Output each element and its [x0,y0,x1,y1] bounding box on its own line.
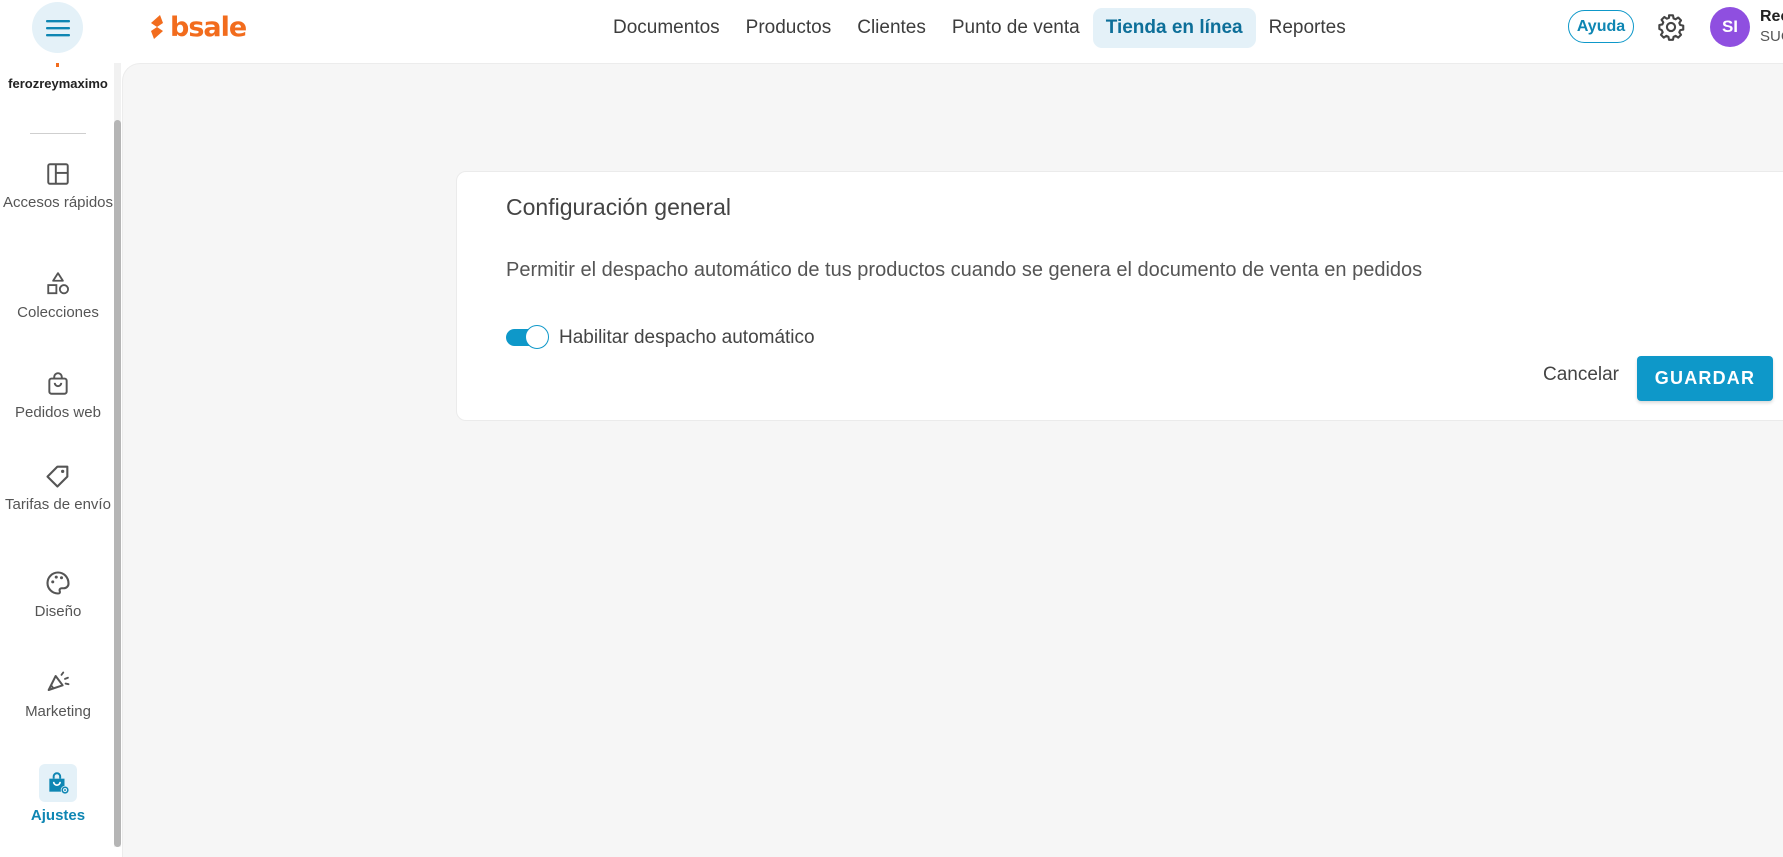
save-button[interactable]: GUARDAR [1637,356,1773,401]
sidebar-item-ajustes[interactable]: Ajustes [0,764,116,824]
gear-icon[interactable] [1657,13,1685,41]
logo-text: bsale [170,11,247,43]
help-button[interactable]: Ayuda [1568,10,1634,43]
sidebar-item-tarifas-de-envio[interactable]: Tarifas de envío [0,461,116,513]
toggle-label[interactable]: Habilitar despacho automático [559,327,815,349]
sidebar-divider [30,133,86,134]
nav-productos[interactable]: Productos [733,8,845,48]
cancel-button[interactable]: Cancelar [1537,356,1625,394]
card-description: Permitir el despacho automático de tus p… [506,259,1423,281]
tag-icon [46,465,69,488]
bsale-logo[interactable]: bsale [148,11,247,43]
shapes-icon [47,272,69,295]
hamburger-icon [45,19,70,36]
sidebar-item-label: Pedidos web [15,404,101,421]
menu-button[interactable] [32,2,83,53]
sidebar-item-marketing[interactable]: Marketing [0,668,116,720]
sidebar-item-diseno[interactable]: Diseño [0,568,116,620]
sidebar-item-label: Diseño [34,603,82,620]
avatar[interactable]: SI [1710,7,1750,47]
sidebar-item-label: Ajustes [30,807,86,824]
sidebar-scrollbar-thumb[interactable] [114,120,121,847]
user-name: Rec [1760,8,1783,25]
nav-tienda-en-linea[interactable]: Tienda en línea [1092,8,1256,48]
bag-settings-icon [49,772,70,795]
top-bar: bsale Documentos Productos Clientes Punt… [0,0,1783,63]
layout-icon [47,163,69,185]
palette-icon [46,571,70,595]
bsale-logo-icon [151,15,163,39]
nav-clientes[interactable]: Clientes [844,8,939,48]
auto-dispatch-toggle[interactable] [506,325,550,349]
sidebar-item-colecciones[interactable]: Colecciones [0,269,116,321]
store-name: ferozreymaximo [8,76,108,91]
sidebar-item-label: Colecciones [17,304,99,321]
sidebar: ferozreymaximo Accesos rápidos Coleccion… [0,63,113,857]
user-branch: SUC [1760,28,1783,45]
nav-reportes[interactable]: Reportes [1256,8,1359,48]
card-title: Configuración general [506,194,732,220]
sidebar-item-label: Tarifas de envío [5,496,111,513]
sidebar-item-label: Marketing [25,703,91,720]
main-nav: Documentos Productos Clientes Punto de v… [600,8,1359,48]
nav-documentos[interactable]: Documentos [600,8,733,48]
megaphone-icon [47,671,70,691]
store-indicator [56,63,59,67]
nav-punto-de-venta[interactable]: Punto de venta [939,8,1093,48]
sidebar-item-pedidos-web[interactable]: Pedidos web [0,369,116,421]
shopping-bag-icon [48,372,68,395]
toggle-knob [525,325,549,349]
general-settings-card: Configuración general Permitir el despac… [456,171,1783,421]
sidebar-item-label: Accesos rápidos [2,194,114,211]
main-content: Configuración general Permitir el despac… [122,63,1783,857]
sidebar-item-accesos-rapidos[interactable]: Accesos rápidos [0,159,116,211]
